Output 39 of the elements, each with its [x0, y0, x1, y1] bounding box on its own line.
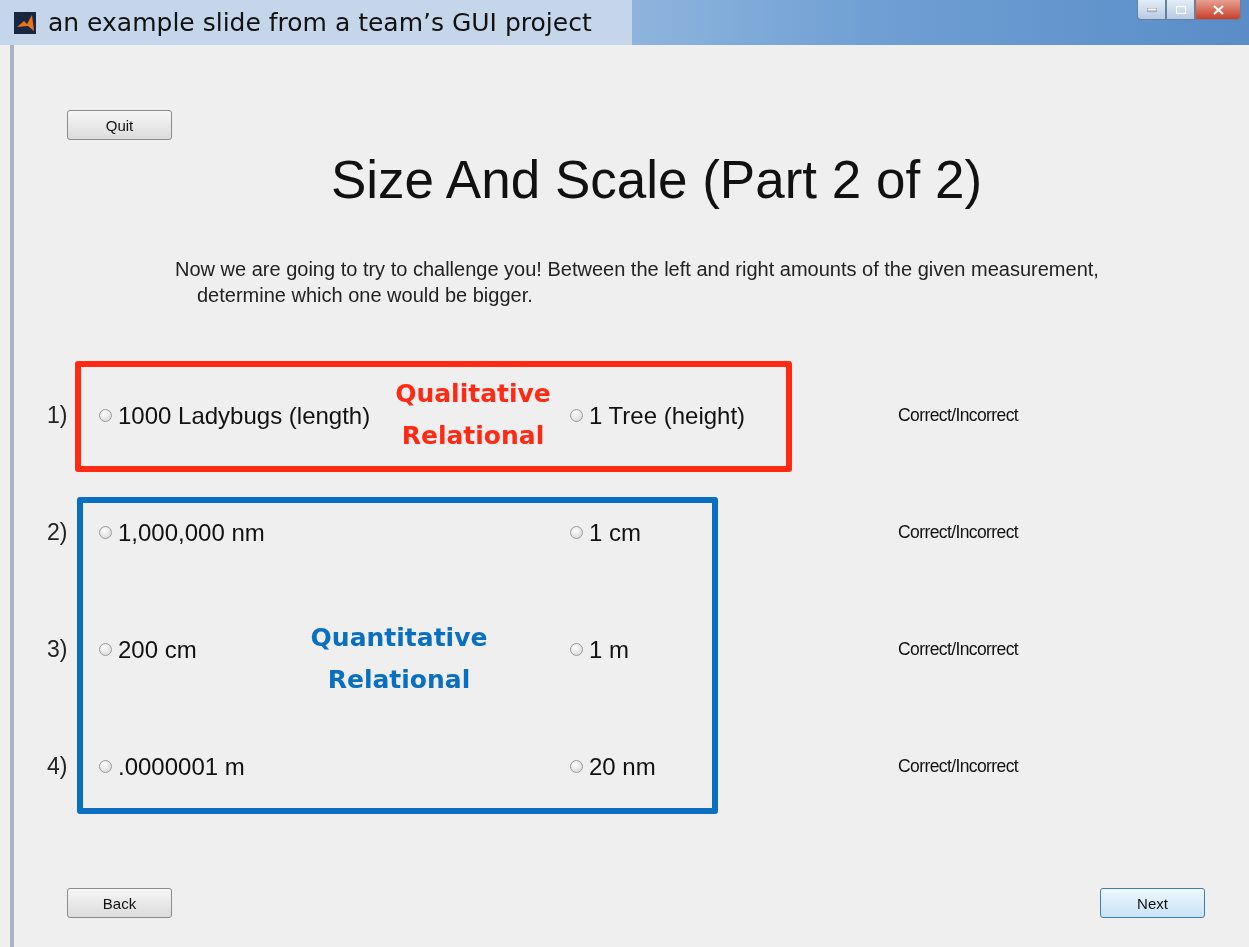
option-label: 1,000,000 nm [118, 518, 265, 547]
back-button[interactable]: Back [67, 888, 172, 918]
radio-button[interactable] [570, 643, 583, 656]
feedback-text: Correct/Incorrect [898, 522, 1020, 543]
question-number: 3) [47, 636, 69, 663]
question-number: 1) [47, 402, 69, 429]
option-label: 1 cm [589, 518, 641, 547]
radio-button[interactable] [99, 760, 112, 773]
radio-button[interactable] [570, 526, 583, 539]
next-button[interactable]: Next [1100, 888, 1205, 918]
radio-button[interactable] [570, 409, 583, 422]
maximize-button[interactable] [1166, 0, 1195, 20]
feedback-text: Correct/Incorrect [898, 405, 1020, 426]
option-label: 20 nm [589, 752, 656, 781]
slide-heading: Size And Scale (Part 2 of 2) [329, 150, 984, 210]
question-number: 2) [47, 519, 69, 546]
option-label: 1 m [589, 635, 629, 664]
radio-button[interactable] [99, 409, 112, 422]
quit-button[interactable]: Quit [67, 110, 172, 140]
question-number: 4) [47, 753, 69, 780]
window-title: an example slide from a team’s GUI project [48, 8, 592, 37]
feedback-text: Correct/Incorrect [898, 756, 1020, 777]
option-label: 1000 Ladybugs (length) [118, 401, 371, 430]
minimize-icon [1146, 7, 1157, 12]
close-icon [1212, 4, 1224, 15]
app-icon [14, 11, 36, 34]
close-button[interactable] [1195, 0, 1241, 20]
annotation-label: Quantitative Relational [309, 622, 489, 696]
radio-button[interactable] [99, 643, 112, 656]
minimize-button[interactable] [1137, 0, 1166, 20]
annotation-label: Qualitative Relational [394, 378, 552, 452]
radio-button[interactable] [570, 760, 583, 773]
instructions-text: Now we are going to try to challenge you! Between the left and right amounts of the given measurement, determine which one would be bigger. [175, 257, 1100, 308]
feedback-text: Correct/Incorrect [898, 639, 1020, 660]
option-label: 200 cm [118, 635, 197, 664]
option-label: 1 Tree (height) [589, 401, 746, 430]
maximize-icon [1175, 5, 1186, 14]
option-label: .0000001 m [118, 752, 245, 781]
radio-button[interactable] [99, 526, 112, 539]
